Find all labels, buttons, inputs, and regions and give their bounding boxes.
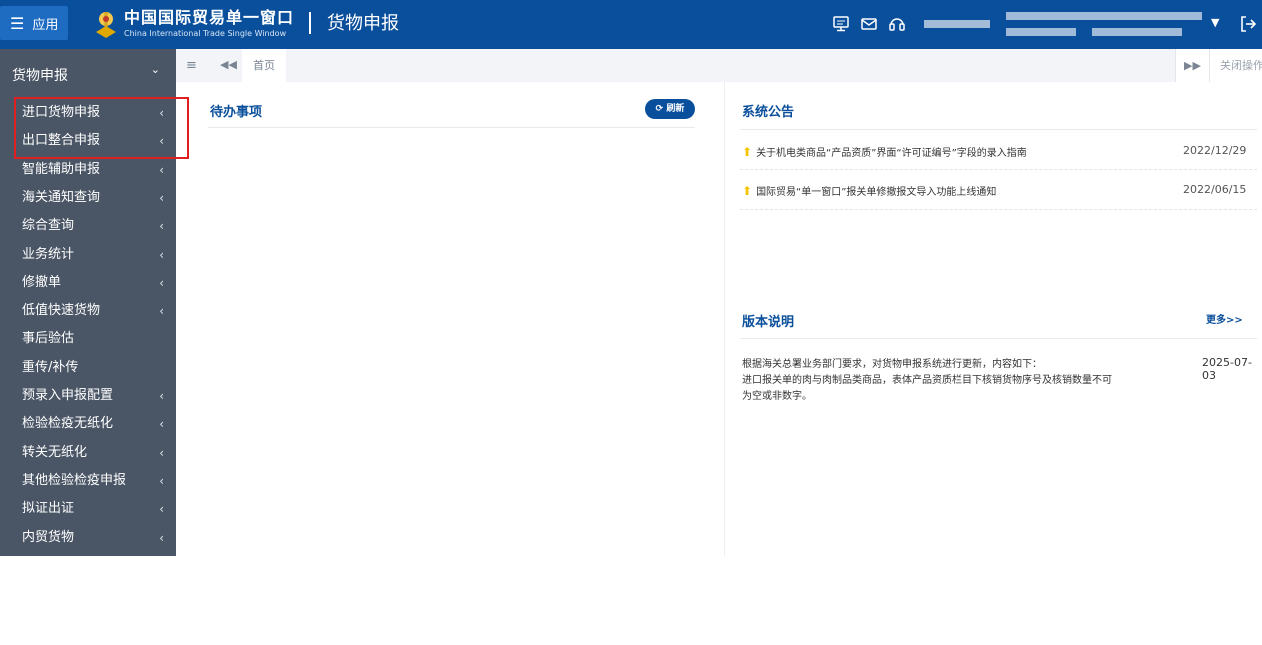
sidebar-item-label: 修撤单	[22, 274, 62, 290]
chevron-down-icon: ⌄	[150, 63, 160, 76]
chevron-left-icon: ‹	[159, 473, 164, 488]
sidebar-header[interactable]: 货物申报 ⌄	[0, 49, 176, 97]
sidebar-item[interactable]: 预录入申报配置 ‹	[0, 382, 176, 410]
top-header: ☰ 应用 中国国际贸易单一窗口 China International Trad…	[0, 0, 1262, 49]
tab-scroll-left-icon[interactable]: ◀◀	[220, 58, 237, 71]
sidebar-item[interactable]: 海关通知查询 ‹	[0, 184, 176, 212]
chevron-left-icon: ‹	[159, 162, 164, 177]
sidebar-item-label: 拟证出证	[22, 501, 75, 517]
hamburger-icon: ☰	[10, 13, 25, 33]
announcement-date: 2022/12/29	[1183, 144, 1247, 157]
announcement-separator	[740, 209, 1257, 210]
chevron-left-icon: ‹	[159, 502, 164, 517]
version-line: 根据海关总署业务部门要求，对货物申报系统进行更新，内容如下：	[742, 359, 1042, 370]
sidebar-item-label: 事后验估	[22, 331, 75, 347]
tab-bar	[176, 49, 1262, 82]
chevron-left-icon: ‹	[159, 389, 164, 403]
sidebar-item-label: 综合查询	[22, 218, 75, 234]
arrow-up-icon: ⬆	[742, 184, 753, 198]
arrow-up-icon: ⬆	[742, 145, 753, 159]
version-divider	[740, 338, 1257, 339]
redacted-user-info	[924, 20, 990, 28]
redacted-org-info	[1006, 12, 1202, 20]
logout-icon[interactable]	[1238, 14, 1258, 34]
sidebar-item-label: 预录入申报配置	[22, 388, 114, 403]
announcement-item[interactable]: ⬆ 关于机电类商品“产品资质”界面“许可证编号”字段的录入指南	[742, 144, 1027, 159]
sidebar-item[interactable]: 重传/补传	[0, 354, 176, 382]
tab-home[interactable]: 首页	[242, 49, 286, 82]
chevron-left-icon: ‹	[159, 247, 164, 262]
sidebar-item[interactable]: 其他检验检疫申报 ‹	[0, 467, 176, 495]
chevron-left-icon: ‹	[159, 530, 164, 545]
announcement-text[interactable]: 国际贸易“单一窗口”报关单修撤报文导入功能上线通知	[756, 187, 996, 198]
todo-title: 待办事项	[210, 105, 263, 120]
sidebar-item-label: 内贸货物	[22, 529, 75, 545]
sidebar-item[interactable]: 修撤单 ‹	[0, 269, 176, 297]
sidebar-item[interactable]: 智能辅助申报 ‹	[0, 156, 176, 184]
version-title: 版本说明	[742, 315, 795, 330]
version-date: 2025-07-03	[1202, 356, 1252, 382]
chevron-left-icon: ‹	[159, 219, 164, 234]
sidebar-item-label: 重传/补传	[22, 359, 79, 375]
announcement-separator	[740, 169, 1257, 170]
redacted-org-info	[1092, 28, 1182, 36]
announcements-divider	[740, 129, 1257, 130]
refresh-icon: ⟳	[655, 104, 664, 114]
more-link[interactable]: 更多>>	[1206, 311, 1243, 326]
announcements-title: 系统公告	[742, 105, 795, 120]
mail-icon[interactable]	[860, 15, 878, 33]
sidebar-item-label: 检验检疫无纸化	[22, 416, 114, 432]
redacted-org-info	[1006, 28, 1076, 36]
announcement-item[interactable]: ⬆ 国际贸易“单一窗口”报关单修撤报文导入功能上线通知	[742, 183, 996, 198]
logo: 中国国际贸易单一窗口 China International Trade Sin…	[124, 8, 294, 40]
sidebar-header-label: 货物申报	[12, 68, 68, 84]
highlight-box	[14, 97, 189, 159]
tab-scroll-right-icon[interactable]: ▶▶	[1175, 49, 1209, 82]
todo-divider	[208, 127, 695, 128]
sidebar-item-label: 智能辅助申报	[22, 161, 101, 177]
chevron-left-icon: ‹	[159, 445, 164, 460]
module-title: 货物申报	[327, 13, 399, 34]
version-line: 为空或非数字。	[742, 391, 812, 402]
sidebar-item[interactable]: 低值快速货物 ‹	[0, 297, 176, 325]
chevron-left-icon: ‹	[159, 304, 164, 319]
version-notes: 根据海关总署业务部门要求，对货物申报系统进行更新，内容如下： 进口报关单的肉与肉…	[742, 357, 1152, 405]
sidebar-item-label: 海关通知查询	[22, 189, 101, 205]
logo-subtitle: China International Trade Single Window	[124, 29, 287, 38]
announcement-date: 2022/06/15	[1183, 183, 1247, 196]
sidebar-item[interactable]: 拟证出证 ‹	[0, 495, 176, 523]
header-divider	[309, 12, 311, 34]
version-line: 进口报关单的肉与肉制品类商品，表体产品资质栏目下核销货物序号及核销数量不可	[742, 375, 1112, 386]
sidebar-item-label: 低值快速货物	[22, 303, 101, 319]
logo-title: 中国国际贸易单一窗口	[124, 8, 295, 27]
sidebar-item[interactable]: 内贸货物 ‹	[0, 524, 176, 552]
headset-icon[interactable]	[888, 15, 906, 33]
customs-emblem-icon	[96, 12, 116, 38]
sidebar-item[interactable]: 转关无纸化 ‹	[0, 439, 176, 467]
chevron-left-icon: ‹	[159, 417, 164, 432]
sidebar-item-label: 转关无纸化	[22, 444, 88, 460]
chevron-left-icon: ‹	[159, 190, 164, 205]
sidebar-item[interactable]: 检验检疫无纸化 ‹	[0, 410, 176, 438]
refresh-button[interactable]: ⟳ 刷新	[645, 99, 695, 119]
toggle-menu-icon[interactable]: ≡	[186, 58, 197, 73]
refresh-label: 刷新	[666, 104, 685, 114]
close-operations-button[interactable]: 关闭操作	[1209, 49, 1262, 82]
announcement-text[interactable]: 关于机电类商品“产品资质”界面“许可证编号”字段的录入指南	[756, 148, 1027, 159]
sidebar-item-label: 业务统计	[22, 246, 75, 262]
sidebar-item[interactable]: 事后验估	[0, 325, 176, 353]
sidebar-item[interactable]: 综合查询 ‹	[0, 212, 176, 240]
user-dropdown-caret-icon[interactable]: ▼	[1211, 16, 1219, 29]
app-menu-label: 应用	[32, 17, 59, 33]
sidebar-item-label: 其他检验检疫申报	[22, 472, 127, 488]
app-menu-button[interactable]: ☰ 应用	[0, 6, 68, 40]
sidebar-item[interactable]: 业务统计 ‹	[0, 241, 176, 269]
panel-divider	[724, 82, 725, 556]
monitor-icon[interactable]	[832, 15, 850, 33]
chevron-left-icon: ‹	[159, 275, 164, 290]
